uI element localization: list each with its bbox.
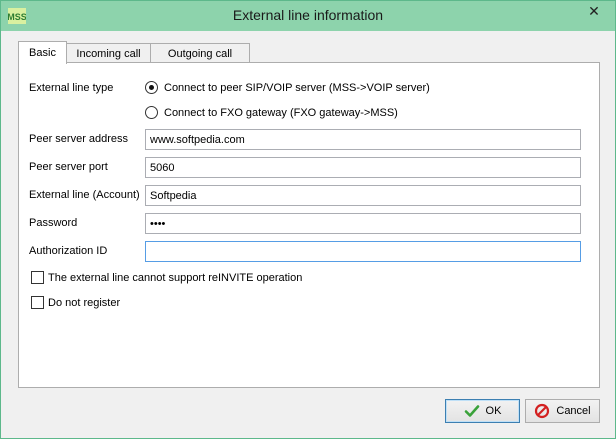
- ok-button-label: OK: [485, 405, 502, 417]
- radio-connect-peer-sip[interactable]: Connect to peer SIP/VOIP server (MSS->VO…: [145, 81, 430, 94]
- checkbox-no-reinvite[interactable]: The external line cannot support reINVIT…: [31, 271, 302, 284]
- checkbox-box[interactable]: [31, 296, 44, 309]
- checkbox-label: The external line cannot support reINVIT…: [48, 271, 303, 284]
- peer-server-port-label: Peer server port: [29, 161, 108, 173]
- checkbox-box[interactable]: [31, 271, 44, 284]
- radio-connect-fxo-gateway[interactable]: Connect to FXO gateway (FXO gateway->MSS…: [145, 106, 398, 119]
- radio-indicator-checked[interactable]: [145, 81, 158, 94]
- close-icon: ✕: [588, 3, 600, 19]
- checkbox-do-not-register[interactable]: Do not register: [31, 296, 120, 309]
- cancel-button[interactable]: Cancel: [525, 399, 600, 423]
- tab-outgoing-call[interactable]: Outgoing call: [150, 43, 250, 63]
- authorization-id-label: Authorization ID: [29, 245, 108, 257]
- radio-indicator-unchecked[interactable]: [145, 106, 158, 119]
- dialog-window: MSS External line information ✕ Basic In…: [0, 0, 616, 439]
- checkmark-icon: [464, 405, 479, 417]
- password-label: Password: [29, 217, 78, 229]
- window-title: External line information: [232, 7, 384, 23]
- tab-incoming-call[interactable]: Incoming call: [66, 43, 151, 63]
- peer-server-address-input[interactable]: [145, 129, 581, 150]
- cancel-button-label: Cancel: [556, 405, 591, 417]
- radio-label: Connect to FXO gateway (FXO gateway->MSS…: [164, 106, 398, 119]
- peer-server-address-label: Peer server address: [29, 133, 129, 145]
- tab-basic[interactable]: Basic: [18, 41, 67, 64]
- cancel-icon: [535, 403, 550, 419]
- external-line-account-label: External line (Account): [29, 189, 140, 201]
- checkbox-label: Do not register: [48, 296, 121, 309]
- peer-server-port-input[interactable]: [145, 157, 581, 178]
- authorization-id-input[interactable]: [145, 241, 581, 262]
- close-button[interactable]: ✕: [579, 1, 609, 22]
- external-line-account-input[interactable]: [145, 185, 581, 206]
- title-bar[interactable]: MSS External line information ✕: [1, 1, 615, 31]
- password-input[interactable]: [145, 213, 581, 234]
- external-line-type-label: External line type: [29, 82, 114, 94]
- radio-label: Connect to peer SIP/VOIP server (MSS->VO…: [164, 81, 430, 94]
- ok-button[interactable]: OK: [445, 399, 520, 423]
